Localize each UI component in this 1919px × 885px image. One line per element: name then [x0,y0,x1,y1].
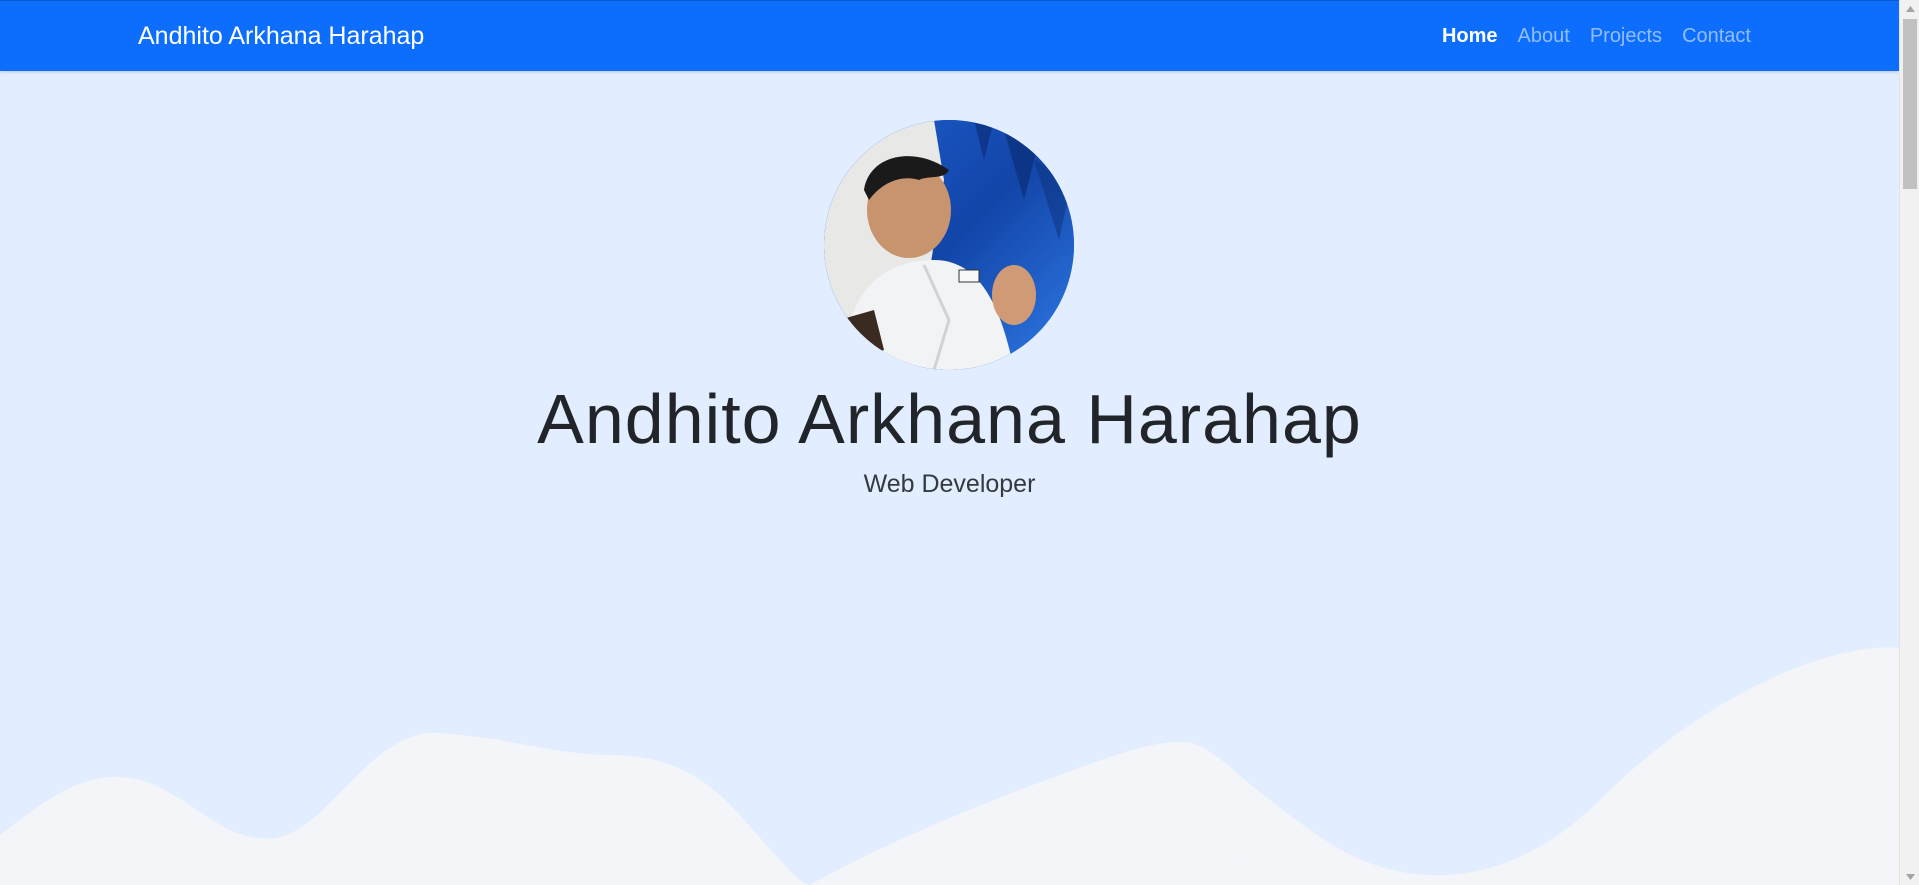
profile-avatar [824,120,1074,370]
nav-links: Home About Projects Contact [1442,21,1751,51]
navbar-brand[interactable]: Andhito Arkhana Harahap [138,21,424,51]
hero-title: Andhito Arkhana Harahap [537,380,1362,458]
page-viewport: Andhito Arkhana Harahap Home About Proje… [0,0,1899,885]
hero-section: Andhito Arkhana Harahap Web Developer [0,71,1899,885]
nav-link-about[interactable]: About [1518,21,1570,51]
navbar: Andhito Arkhana Harahap Home About Proje… [0,0,1899,71]
scroll-up-arrow-icon[interactable] [1900,0,1919,17]
hero-subtitle: Web Developer [863,470,1036,498]
scroll-thumb[interactable] [1903,19,1917,189]
profile-photo-icon [824,120,1074,370]
nav-link-contact[interactable]: Contact [1682,21,1751,51]
vertical-scrollbar[interactable] [1899,0,1919,885]
nav-link-home[interactable]: Home [1442,21,1498,51]
nav-link-projects[interactable]: Projects [1590,21,1662,51]
scroll-down-arrow-icon[interactable] [1900,868,1919,885]
